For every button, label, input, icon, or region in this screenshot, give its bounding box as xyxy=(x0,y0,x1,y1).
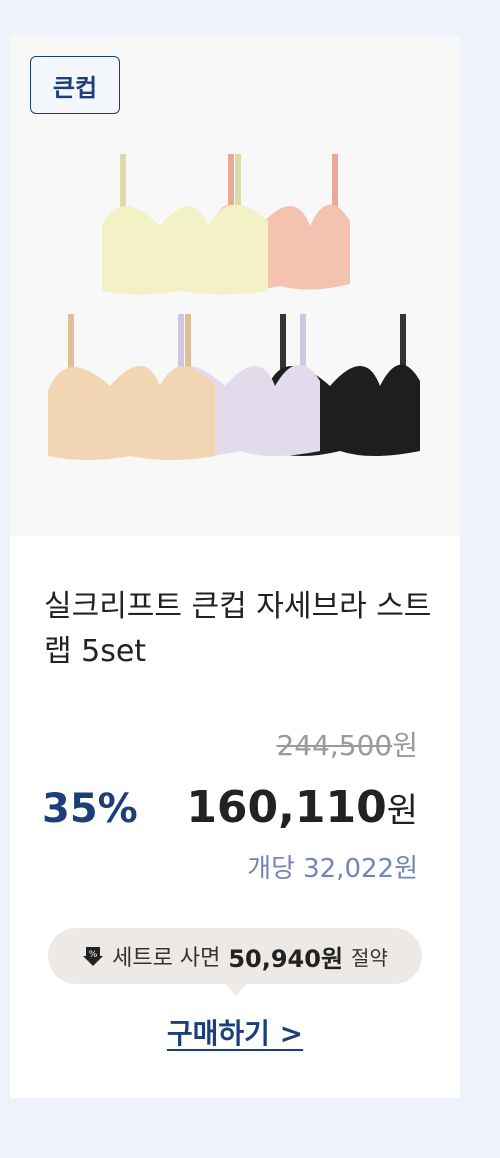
product-title[interactable]: 실크리프트 큰컵 자세브라 스트랩 5set xyxy=(44,584,434,674)
unit-price: 개당 32,022원 xyxy=(247,848,418,885)
savings-suffix: 절약 xyxy=(351,945,388,970)
svg-text:%: % xyxy=(89,950,98,960)
buy-button[interactable]: 구매하기 > xyxy=(10,1012,460,1052)
product-image[interactable]: 큰컵 xyxy=(10,36,460,536)
discount-rate: 35% xyxy=(42,786,138,832)
original-price-unit: 원 xyxy=(392,729,418,762)
unit-price-label: 개당 xyxy=(247,854,296,884)
savings-tooltip: % 세트로 사면 50,940원 절약 xyxy=(48,928,422,996)
original-price-value: 244,500 xyxy=(276,729,393,762)
sale-price: 160,110 원 xyxy=(186,782,418,833)
product-card[interactable]: 큰컵 실크리프트 큰컵 자세브라 스트랩 5set 244,500 원 35% … xyxy=(10,36,460,1098)
savings-prefix: 세트로 사면 xyxy=(112,946,221,971)
savings-amount: 50,940원 xyxy=(228,944,344,973)
sale-price-unit: 원 xyxy=(386,791,418,831)
original-price: 244,500 원 xyxy=(276,724,418,764)
discount-arrow-down-icon: % xyxy=(83,947,104,966)
bra-cream xyxy=(102,154,268,295)
bra-beige xyxy=(48,314,215,460)
size-badge: 큰컵 xyxy=(30,56,120,114)
sale-price-value: 160,110 xyxy=(186,782,387,833)
unit-price-value: 32,022원 xyxy=(303,854,418,884)
